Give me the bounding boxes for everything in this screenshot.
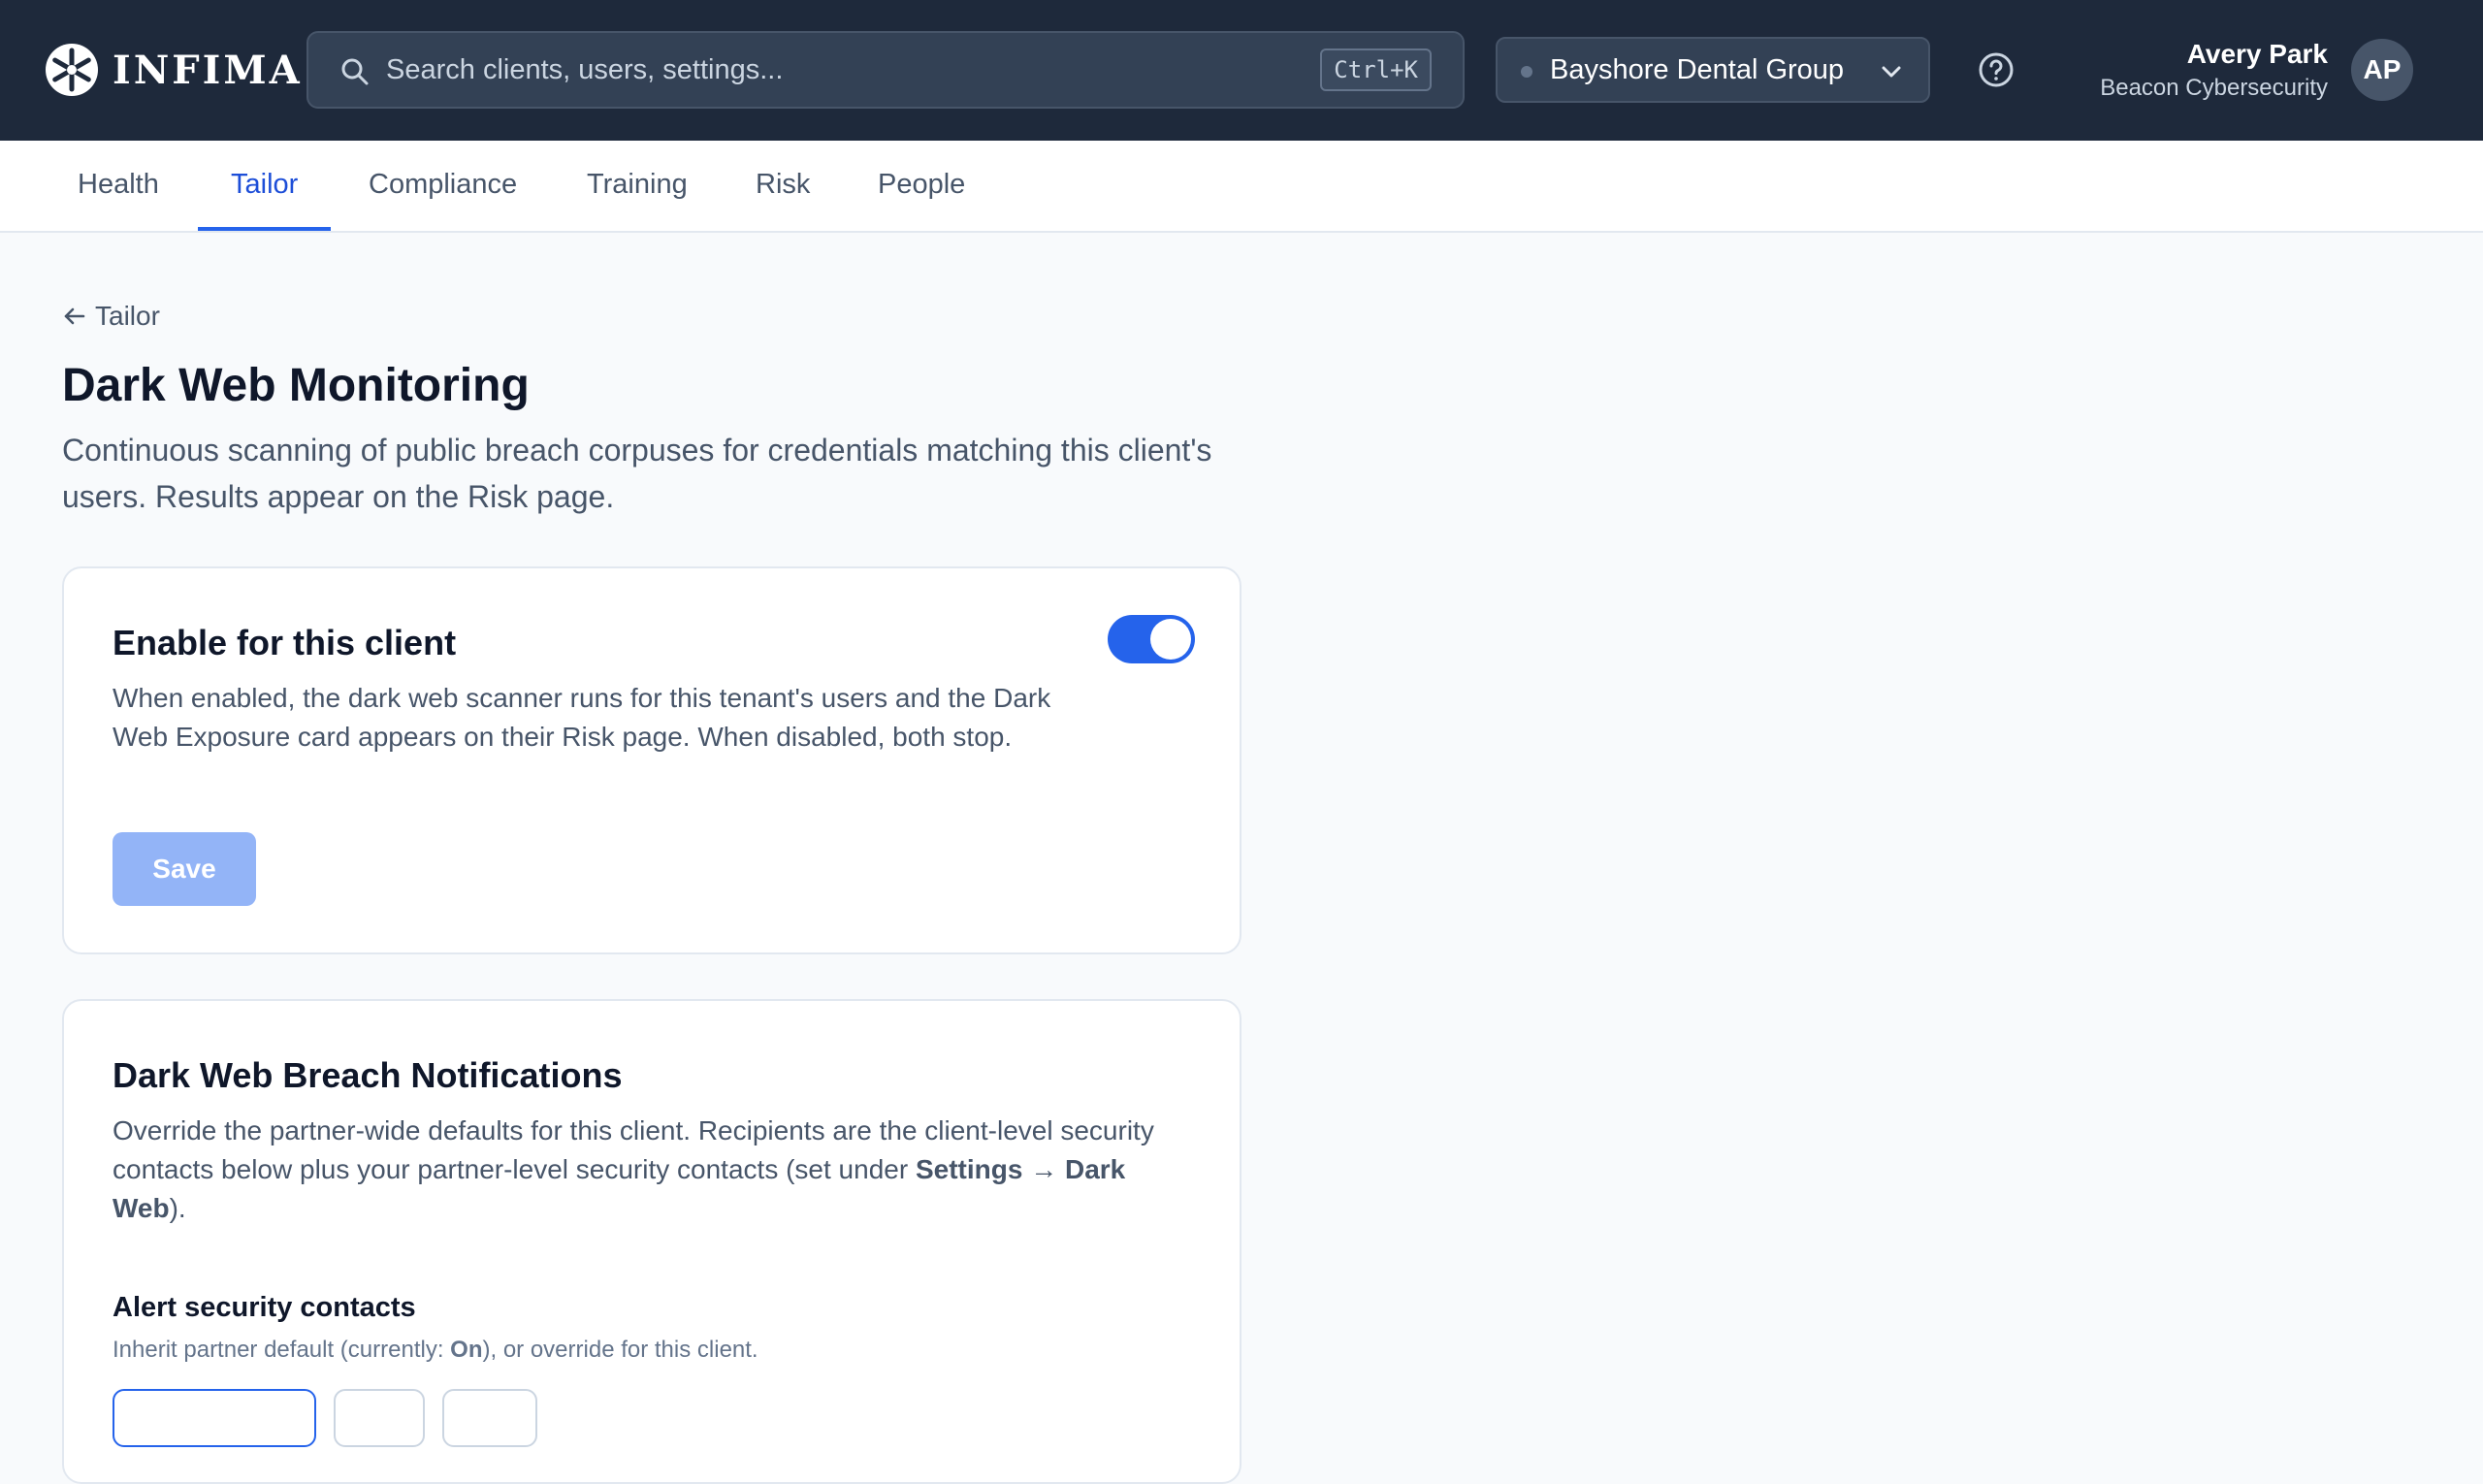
enable-card-title: Enable for this client [113, 623, 457, 662]
option-inherit[interactable] [113, 1389, 316, 1447]
infima-logo[interactable]: INFIMA [45, 41, 303, 99]
tab-health[interactable]: Health [45, 141, 192, 231]
search-shortcut-badge: Ctrl+K [1320, 48, 1432, 91]
tab-tailor[interactable]: Tailor [198, 141, 332, 231]
toggle-knob [1150, 619, 1191, 660]
client-selector[interactable]: Bayshore Dental Group [1496, 37, 1930, 103]
notifications-card: Dark Web Breach Notifications Override t… [62, 999, 1242, 1484]
back-link-label: Tailor [95, 301, 160, 331]
notifications-card-description: Override the partner-wide defaults for t… [113, 1112, 1199, 1228]
enable-card-description: When enabled, the dark web scanner runs … [113, 683, 1051, 752]
top-bar: INFIMA Ctrl+K Bayshore Dental Group Aver… [0, 0, 2483, 141]
client-status-dot [1521, 66, 1532, 78]
save-button[interactable]: Save [113, 832, 256, 906]
avatar[interactable]: AP [2351, 39, 2413, 101]
chevron-down-icon [1882, 66, 1901, 78]
option-on[interactable] [334, 1389, 425, 1447]
notifications-card-title: Dark Web Breach Notifications [113, 1055, 623, 1095]
arrow-left-icon [64, 307, 85, 325]
alert-desc-end: ), or override for this client. [482, 1337, 758, 1363]
page-title: Dark Web Monitoring [62, 360, 530, 411]
page-description: Continuous scanning of public breach cor… [62, 433, 1212, 514]
back-link[interactable]: Tailor [62, 301, 160, 332]
user-name: Avery Park [2186, 39, 2328, 69]
description-end: ). [169, 1193, 186, 1223]
search-icon [341, 58, 369, 85]
snowflake-logo-icon [46, 44, 98, 96]
tab-people[interactable]: People [845, 141, 998, 231]
enable-toggle[interactable] [1108, 615, 1195, 663]
enable-card: Enable for this client When enabled, the… [62, 566, 1242, 954]
alert-desc-text: Inherit partner default (currently: [113, 1337, 451, 1363]
global-search[interactable]: Ctrl+K [306, 31, 1465, 109]
client-selector-value: Bayshore Dental Group [1550, 54, 1845, 85]
user-org: Beacon Cybersecurity [2100, 75, 2328, 101]
logo-text: INFIMA [113, 47, 303, 93]
user-menu[interactable]: Avery Park Beacon Cybersecurity [2100, 37, 2328, 105]
main-tabs: Health Tailor Compliance Training Risk P… [0, 141, 2483, 233]
alert-current-value: On [450, 1337, 483, 1363]
search-input[interactable] [386, 50, 1317, 89]
tab-risk[interactable]: Risk [723, 141, 843, 231]
tab-compliance[interactable]: Compliance [336, 141, 550, 231]
alert-contacts-title: Alert security contacts [113, 1292, 416, 1323]
option-off[interactable] [442, 1389, 537, 1447]
tab-training[interactable]: Training [554, 141, 721, 231]
alert-contacts-description: Inherit partner default (currently: On),… [113, 1337, 758, 1364]
help-icon[interactable] [1977, 50, 2015, 89]
